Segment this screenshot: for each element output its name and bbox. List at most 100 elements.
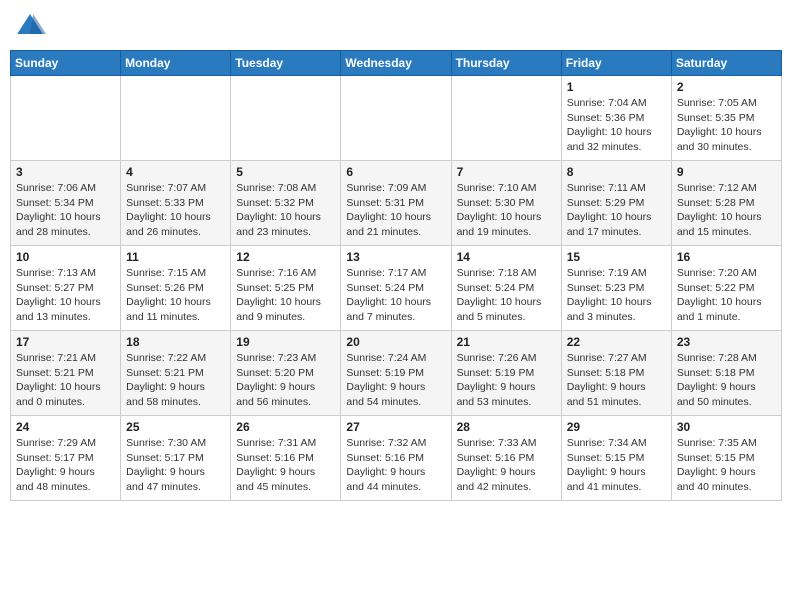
calendar-week-2: 3 Sunrise: 7:06 AM Sunset: 5:34 PM Daylig… <box>11 161 782 246</box>
day-info: Sunrise: 7:10 AM Sunset: 5:30 PM Dayligh… <box>457 181 556 240</box>
day-number: 23 <box>677 335 776 349</box>
calendar-header-sunday: Sunday <box>11 51 121 76</box>
calendar-cell: 9Sunrise: 7:12 AM Sunset: 5:28 PM Daylig… <box>671 161 781 246</box>
day-number: 4 <box>126 165 225 179</box>
calendar-cell <box>341 76 451 161</box>
day-info: Sunrise: 7:28 AM Sunset: 5:18 PM Dayligh… <box>677 351 776 410</box>
calendar-cell: 26Sunrise: 7:31 AM Sunset: 5:16 PM Dayli… <box>231 416 341 501</box>
day-info: Sunrise: 7:23 AM Sunset: 5:20 PM Dayligh… <box>236 351 335 410</box>
calendar-cell <box>451 76 561 161</box>
day-number: 6 <box>346 165 445 179</box>
day-info: Sunrise: 7:17 AM Sunset: 5:24 PM Dayligh… <box>346 266 445 325</box>
day-info: Sunrise: 7:34 AM Sunset: 5:15 PM Dayligh… <box>567 436 666 495</box>
day-number: 25 <box>126 420 225 434</box>
calendar-cell: 25 Sunrise: 7:30 AM Sunset: 5:17 PM Dayli… <box>121 416 231 501</box>
day-number: 5 <box>236 165 335 179</box>
day-number: 1 <box>567 80 666 94</box>
day-info: Sunrise: 7:07 AM Sunset: 5:33 PM Dayligh… <box>126 181 225 240</box>
calendar-cell: 7 Sunrise: 7:10 AM Sunset: 5:30 PM Daylig… <box>451 161 561 246</box>
day-number: 12 <box>236 250 335 264</box>
day-info: Sunrise: 7:16 AM Sunset: 5:25 PM Dayligh… <box>236 266 335 325</box>
day-number: 13 <box>346 250 445 264</box>
day-info: Sunrise: 7:21 AM Sunset: 5:21 PM Dayligh… <box>16 351 115 410</box>
calendar-header-monday: Monday <box>121 51 231 76</box>
day-info: Sunrise: 7:05 AM Sunset: 5:35 PM Dayligh… <box>677 96 776 155</box>
day-number: 15 <box>567 250 666 264</box>
calendar-cell: 28 Sunrise: 7:33 AM Sunset: 5:16 PM Dayli… <box>451 416 561 501</box>
day-info: Sunrise: 7:12 AM Sunset: 5:28 PM Dayligh… <box>677 181 776 240</box>
calendar-header-wednesday: Wednesday <box>341 51 451 76</box>
calendar-cell: 16 Sunrise: 7:20 AM Sunset: 5:22 PM Dayli… <box>671 246 781 331</box>
day-info: Sunrise: 7:13 AM Sunset: 5:27 PM Dayligh… <box>16 266 115 325</box>
logo-icon <box>14 10 46 42</box>
day-number: 19 <box>236 335 335 349</box>
day-info: Sunrise: 7:20 AM Sunset: 5:22 PM Dayligh… <box>677 266 776 325</box>
day-number: 2 <box>677 80 776 94</box>
day-info: Sunrise: 7:06 AM Sunset: 5:34 PM Dayligh… <box>16 181 115 240</box>
calendar-cell: 4 Sunrise: 7:07 AM Sunset: 5:33 PM Daylig… <box>121 161 231 246</box>
day-info: Sunrise: 7:24 AM Sunset: 5:19 PM Dayligh… <box>346 351 445 410</box>
day-number: 17 <box>16 335 115 349</box>
calendar-cell: 12 Sunrise: 7:16 AM Sunset: 5:25 PM Dayli… <box>231 246 341 331</box>
day-info: Sunrise: 7:15 AM Sunset: 5:26 PM Dayligh… <box>126 266 225 325</box>
day-number: 11 <box>126 250 225 264</box>
calendar-cell <box>121 76 231 161</box>
calendar-cell: 20 Sunrise: 7:24 AM Sunset: 5:19 PM Dayli… <box>341 331 451 416</box>
calendar-cell: 24 Sunrise: 7:29 AM Sunset: 5:17 PM Dayli… <box>11 416 121 501</box>
day-number: 18 <box>126 335 225 349</box>
day-number: 8 <box>567 165 666 179</box>
calendar-cell: 2 Sunrise: 7:05 AM Sunset: 5:35 PM Daylig… <box>671 76 781 161</box>
calendar-header-thursday: Thursday <box>451 51 561 76</box>
day-info: Sunrise: 7:26 AM Sunset: 5:19 PM Dayligh… <box>457 351 556 410</box>
day-info: Sunrise: 7:19 AM Sunset: 5:23 PM Dayligh… <box>567 266 666 325</box>
day-info: Sunrise: 7:09 AM Sunset: 5:31 PM Dayligh… <box>346 181 445 240</box>
calendar-cell: 27Sunrise: 7:32 AM Sunset: 5:16 PM Dayli… <box>341 416 451 501</box>
day-number: 10 <box>16 250 115 264</box>
day-info: Sunrise: 7:11 AM Sunset: 5:29 PM Dayligh… <box>567 181 666 240</box>
day-number: 30 <box>677 420 776 434</box>
calendar-cell: 19 Sunrise: 7:23 AM Sunset: 5:20 PM Dayli… <box>231 331 341 416</box>
day-info: Sunrise: 7:04 AM Sunset: 5:36 PM Dayligh… <box>567 96 666 155</box>
day-number: 3 <box>16 165 115 179</box>
calendar-cell: 14 Sunrise: 7:18 AM Sunset: 5:24 PM Dayli… <box>451 246 561 331</box>
calendar-cell: 17 Sunrise: 7:21 AM Sunset: 5:21 PM Dayli… <box>11 331 121 416</box>
calendar-week-1: 1 Sunrise: 7:04 AM Sunset: 5:36 PM Daylig… <box>11 76 782 161</box>
day-info: Sunrise: 7:33 AM Sunset: 5:16 PM Dayligh… <box>457 436 556 495</box>
day-info: Sunrise: 7:18 AM Sunset: 5:24 PM Dayligh… <box>457 266 556 325</box>
calendar-cell: 8 Sunrise: 7:11 AM Sunset: 5:29 PM Daylig… <box>561 161 671 246</box>
day-number: 21 <box>457 335 556 349</box>
day-number: 27 <box>346 420 445 434</box>
day-number: 22 <box>567 335 666 349</box>
day-info: Sunrise: 7:30 AM Sunset: 5:17 PM Dayligh… <box>126 436 225 495</box>
calendar-header-saturday: Saturday <box>671 51 781 76</box>
calendar-cell: 13 Sunrise: 7:17 AM Sunset: 5:24 PM Dayli… <box>341 246 451 331</box>
day-number: 28 <box>457 420 556 434</box>
day-info: Sunrise: 7:27 AM Sunset: 5:18 PM Dayligh… <box>567 351 666 410</box>
calendar-cell: 18 Sunrise: 7:22 AM Sunset: 5:21 PM Dayli… <box>121 331 231 416</box>
calendar-cell: 23 Sunrise: 7:28 AM Sunset: 5:18 PM Dayli… <box>671 331 781 416</box>
calendar-week-3: 10 Sunrise: 7:13 AM Sunset: 5:27 PM Dayli… <box>11 246 782 331</box>
calendar-cell: 21 Sunrise: 7:26 AM Sunset: 5:19 PM Dayli… <box>451 331 561 416</box>
calendar-cell: 22 Sunrise: 7:27 AM Sunset: 5:18 PM Dayli… <box>561 331 671 416</box>
day-info: Sunrise: 7:29 AM Sunset: 5:17 PM Dayligh… <box>16 436 115 495</box>
page-header <box>10 10 782 42</box>
calendar-cell: 11 Sunrise: 7:15 AM Sunset: 5:26 PM Dayli… <box>121 246 231 331</box>
day-number: 7 <box>457 165 556 179</box>
calendar-cell: 15 Sunrise: 7:19 AM Sunset: 5:23 PM Dayli… <box>561 246 671 331</box>
calendar-header-friday: Friday <box>561 51 671 76</box>
calendar-cell <box>11 76 121 161</box>
calendar-cell: 1 Sunrise: 7:04 AM Sunset: 5:36 PM Daylig… <box>561 76 671 161</box>
day-info: Sunrise: 7:31 AM Sunset: 5:16 PM Dayligh… <box>236 436 335 495</box>
day-info: Sunrise: 7:22 AM Sunset: 5:21 PM Dayligh… <box>126 351 225 410</box>
day-number: 14 <box>457 250 556 264</box>
calendar-cell: 3 Sunrise: 7:06 AM Sunset: 5:34 PM Daylig… <box>11 161 121 246</box>
calendar-cell: 30 Sunrise: 7:35 AM Sunset: 5:15 PM Dayli… <box>671 416 781 501</box>
day-number: 29 <box>567 420 666 434</box>
day-number: 24 <box>16 420 115 434</box>
day-number: 20 <box>346 335 445 349</box>
calendar-table: SundayMondayTuesdayWednesdayThursdayFrid… <box>10 50 782 501</box>
day-info: Sunrise: 7:35 AM Sunset: 5:15 PM Dayligh… <box>677 436 776 495</box>
day-number: 16 <box>677 250 776 264</box>
calendar-cell: 10 Sunrise: 7:13 AM Sunset: 5:27 PM Dayli… <box>11 246 121 331</box>
calendar-cell: 29 Sunrise: 7:34 AM Sunset: 5:15 PM Dayli… <box>561 416 671 501</box>
